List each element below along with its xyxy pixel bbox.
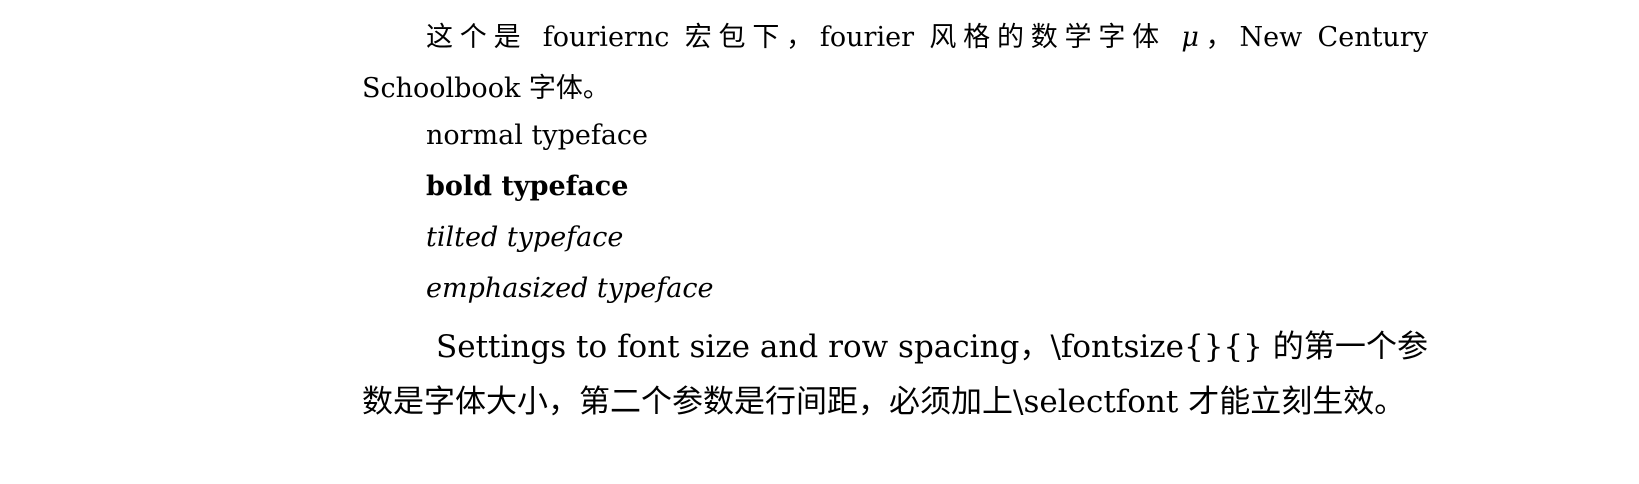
- fontsize-paragraph: Settings to font size and row spacing，\f…: [362, 329, 1428, 420]
- tilted-typeface-sample: tilted typeface: [426, 222, 624, 253]
- document-page: 这个是 fouriernc 宏包下，fourier 风格的数学字体 μ，New …: [362, 0, 1428, 484]
- intro-paragraph: 这个是 fouriernc 宏包下，fourier 风格的数学字体 μ，New …: [362, 12, 1428, 114]
- emphasized-typeface-sample: emphasized typeface: [426, 273, 714, 304]
- math-symbol-mu: μ: [1181, 22, 1199, 53]
- intro-text-start: 这个是 fouriernc 宏包下，fourier 风格的数学字体: [426, 22, 1182, 53]
- normal-typeface-sample: normal typeface: [426, 120, 649, 151]
- bold-typeface-sample: bold typeface: [426, 171, 629, 202]
